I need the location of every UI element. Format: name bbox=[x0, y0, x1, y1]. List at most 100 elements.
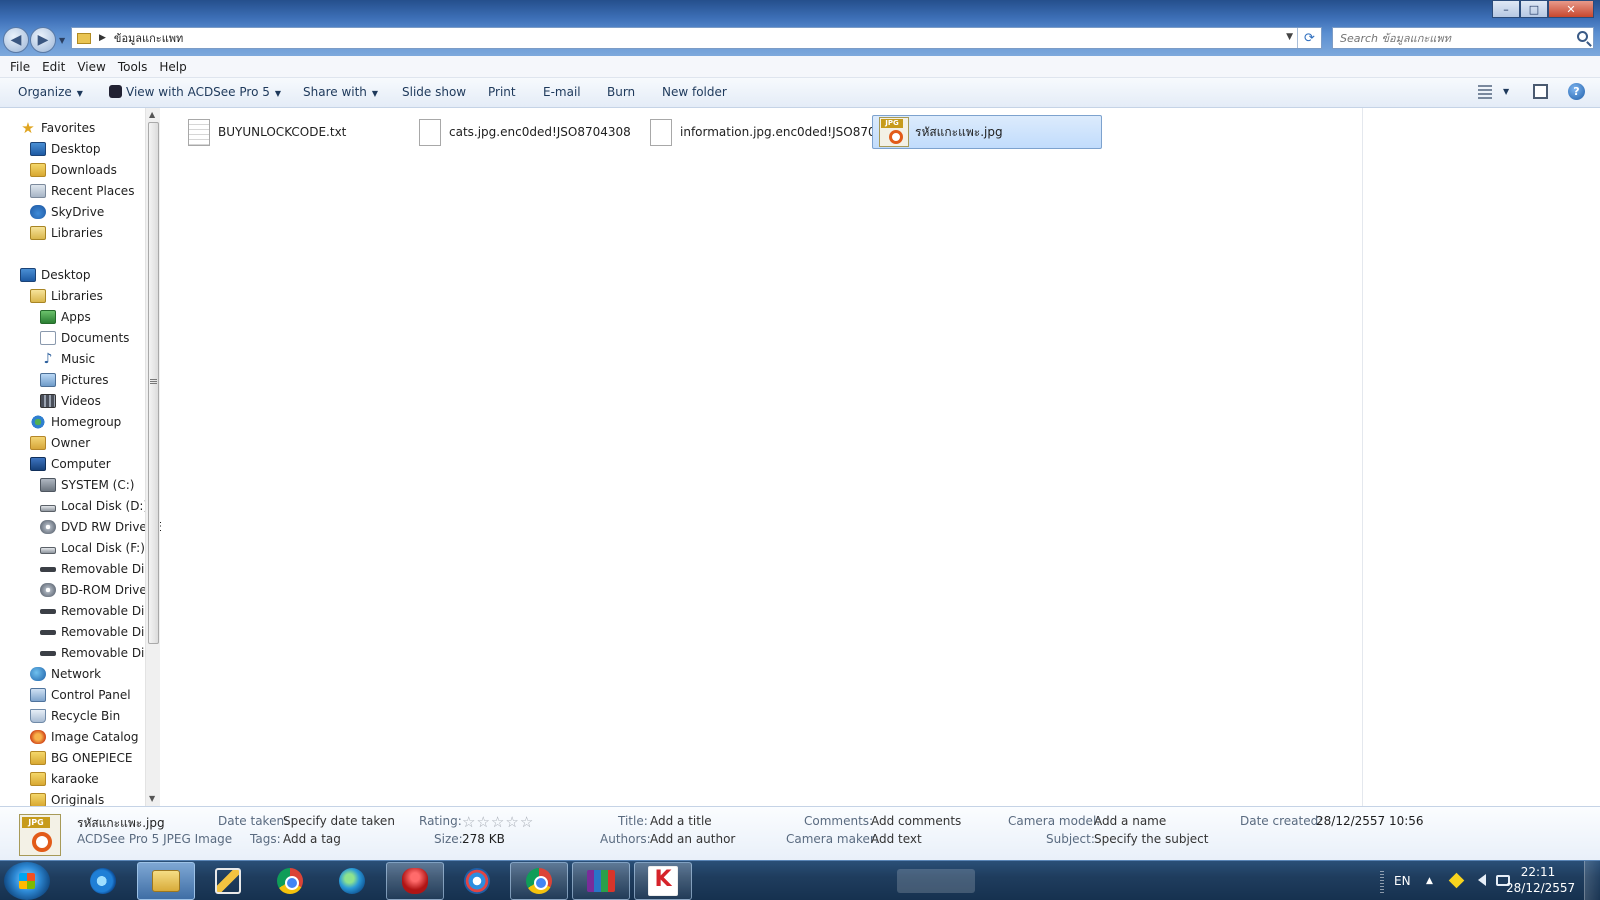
nav-item-desktop-root[interactable]: Desktop bbox=[20, 265, 91, 285]
nav-item-removable-disk[interactable]: Removable Disk bbox=[40, 559, 158, 579]
nav-item-favorites[interactable]: ★ Favorites bbox=[20, 118, 95, 138]
navigation-scrollbar[interactable]: ▲ ▼ bbox=[145, 108, 160, 806]
nav-item-karaoke[interactable]: karaoke bbox=[30, 769, 99, 789]
nav-item-bd-rom[interactable]: BD-ROM Drive ( bbox=[40, 580, 155, 600]
start-button[interactable] bbox=[4, 862, 50, 900]
star-icon[interactable]: ☆ bbox=[462, 815, 475, 830]
star-icon[interactable]: ☆ bbox=[520, 815, 533, 830]
file-list[interactable]: BUYUNLOCKCODE.txt cats.jpg.enc0ded!JSO87… bbox=[161, 108, 1362, 806]
taskbar-app[interactable] bbox=[261, 862, 319, 900]
nav-item-local-disk-f[interactable]: Local Disk (F:) bbox=[40, 538, 145, 558]
email-button[interactable]: E-mail bbox=[543, 85, 581, 99]
file-item[interactable]: cats.jpg.enc0ded!JSO8704308 bbox=[413, 115, 633, 149]
organize-button[interactable]: Organize ▼ bbox=[18, 85, 83, 99]
back-button[interactable]: ◀ bbox=[3, 27, 29, 53]
help-icon[interactable]: ? bbox=[1568, 83, 1585, 100]
search-icon[interactable] bbox=[1577, 31, 1588, 42]
title-field[interactable]: Add a title bbox=[650, 814, 712, 828]
nav-item-local-disk-d[interactable]: Local Disk (D:) bbox=[40, 496, 148, 516]
address-dropdown-icon[interactable]: ▼ bbox=[1286, 32, 1293, 42]
address-bar[interactable]: ▶ ข้อมูลแกะแพท ▼ ⟳ bbox=[71, 27, 1322, 49]
clock[interactable]: 22:11 28/12/2557 bbox=[1506, 864, 1575, 896]
menu-file[interactable]: File bbox=[4, 60, 36, 74]
nav-item-desktop[interactable]: Desktop bbox=[30, 139, 101, 159]
view-with-acdsee-button[interactable]: View with ACDSee Pro 5 ▼ bbox=[109, 85, 281, 99]
burn-button[interactable]: Burn bbox=[607, 85, 635, 99]
star-icon[interactable]: ☆ bbox=[476, 815, 489, 830]
date-taken-field[interactable]: Specify date taken bbox=[283, 814, 395, 828]
change-view-icon[interactable] bbox=[1478, 85, 1492, 99]
volume-icon[interactable] bbox=[1472, 874, 1486, 886]
scroll-down-icon[interactable]: ▼ bbox=[149, 794, 155, 803]
maximize-button[interactable]: □ bbox=[1520, 0, 1548, 18]
menu-help[interactable]: Help bbox=[153, 60, 192, 74]
taskbar-app-active[interactable] bbox=[137, 862, 195, 900]
taskbar-app[interactable]: K bbox=[634, 862, 692, 900]
nav-item-documents[interactable]: Documents bbox=[40, 328, 129, 348]
nav-item-libraries[interactable]: Libraries bbox=[30, 223, 103, 243]
show-hidden-icons-icon[interactable]: ▲ bbox=[1426, 861, 1433, 900]
forward-button[interactable]: ▶ bbox=[30, 27, 56, 53]
chevron-down-icon[interactable]: ▼ bbox=[1503, 87, 1509, 96]
nav-item-downloads[interactable]: Downloads bbox=[30, 160, 117, 180]
menu-tools[interactable]: Tools bbox=[112, 60, 154, 74]
nav-item-dvd-rw[interactable]: DVD RW Drive (E bbox=[40, 517, 161, 537]
new-folder-button[interactable]: New folder bbox=[662, 85, 727, 99]
nav-item-removable-disk[interactable]: Removable Disk bbox=[40, 622, 158, 642]
nav-item-skydrive[interactable]: SkyDrive bbox=[30, 202, 104, 222]
security-shield-icon[interactable] bbox=[1448, 872, 1465, 889]
search-box[interactable] bbox=[1332, 27, 1594, 49]
camera-model-field[interactable]: Add a name bbox=[1094, 814, 1166, 828]
show-desktop-button[interactable] bbox=[1584, 861, 1600, 900]
nav-item-removable-disk[interactable]: Removable Disk bbox=[40, 643, 158, 663]
slide-show-button[interactable]: Slide show bbox=[402, 85, 466, 99]
taskbar-app[interactable] bbox=[572, 862, 630, 900]
nav-item-network[interactable]: Network bbox=[30, 664, 101, 684]
breadcrumb-chevron-icon[interactable]: ▶ bbox=[99, 33, 106, 43]
nav-item-bg-onepiece[interactable]: BG ONEPIECE bbox=[30, 748, 132, 768]
taskbar-app[interactable] bbox=[74, 862, 132, 900]
taskbar-app[interactable] bbox=[510, 862, 568, 900]
preview-pane-icon[interactable] bbox=[1533, 84, 1548, 99]
breadcrumb-current-folder[interactable]: ข้อมูลแกะแพท bbox=[114, 29, 183, 47]
nav-item-removable-disk[interactable]: Removable Disk bbox=[40, 601, 158, 621]
file-item-selected[interactable]: JPG รหัสแกะแพะ.jpg bbox=[872, 115, 1102, 149]
recent-pages-dropdown[interactable]: ▼ bbox=[59, 36, 65, 45]
comments-field[interactable]: Add comments bbox=[871, 814, 961, 828]
authors-field[interactable]: Add an author bbox=[650, 832, 735, 846]
nav-item-pictures[interactable]: Pictures bbox=[40, 370, 109, 390]
nav-item-videos[interactable]: Videos bbox=[40, 391, 101, 411]
file-item[interactable]: BUYUNLOCKCODE.txt bbox=[182, 115, 402, 149]
subject-field[interactable]: Specify the subject bbox=[1094, 832, 1208, 846]
taskbar-app[interactable] bbox=[323, 862, 381, 900]
nav-item-homegroup[interactable]: Homegroup bbox=[30, 412, 121, 432]
tags-field[interactable]: Add a tag bbox=[283, 832, 341, 846]
menu-view[interactable]: View bbox=[71, 60, 111, 74]
nav-item-owner[interactable]: Owner bbox=[30, 433, 90, 453]
camera-maker-field[interactable]: Add text bbox=[871, 832, 922, 846]
star-icon[interactable]: ☆ bbox=[491, 815, 504, 830]
rating-stars[interactable]: ☆ ☆ ☆ ☆ ☆ bbox=[462, 815, 533, 830]
taskbar-app[interactable] bbox=[199, 862, 257, 900]
taskbar-app[interactable] bbox=[386, 862, 444, 900]
minimize-button[interactable]: – bbox=[1492, 0, 1520, 18]
share-with-button[interactable]: Share with ▼ bbox=[303, 85, 378, 99]
star-icon[interactable]: ☆ bbox=[505, 815, 518, 830]
nav-item-recycle-bin[interactable]: Recycle Bin bbox=[30, 706, 120, 726]
file-item[interactable]: information.jpg.enc0ded!JSO8704... bbox=[644, 115, 895, 149]
print-button[interactable]: Print bbox=[488, 85, 516, 99]
scroll-up-icon[interactable]: ▲ bbox=[149, 110, 155, 119]
nav-item-image-catalog[interactable]: Image Catalog bbox=[30, 727, 138, 747]
nav-item-libraries[interactable]: Libraries bbox=[30, 286, 103, 306]
nav-item-control-panel[interactable]: Control Panel bbox=[30, 685, 131, 705]
close-button[interactable]: ✕ bbox=[1548, 0, 1594, 18]
nav-item-originals[interactable]: Originals bbox=[30, 790, 104, 806]
nav-item-music[interactable]: ♪ Music bbox=[40, 349, 96, 369]
search-input[interactable] bbox=[1340, 31, 1560, 45]
nav-item-system-c[interactable]: SYSTEM (C:) bbox=[40, 475, 134, 495]
language-indicator[interactable]: EN bbox=[1394, 861, 1411, 900]
nav-item-recent-places[interactable]: Recent Places bbox=[30, 181, 134, 201]
nav-item-computer[interactable]: Computer bbox=[30, 454, 111, 474]
refresh-button[interactable]: ⟳ bbox=[1297, 28, 1321, 48]
menu-edit[interactable]: Edit bbox=[36, 60, 71, 74]
